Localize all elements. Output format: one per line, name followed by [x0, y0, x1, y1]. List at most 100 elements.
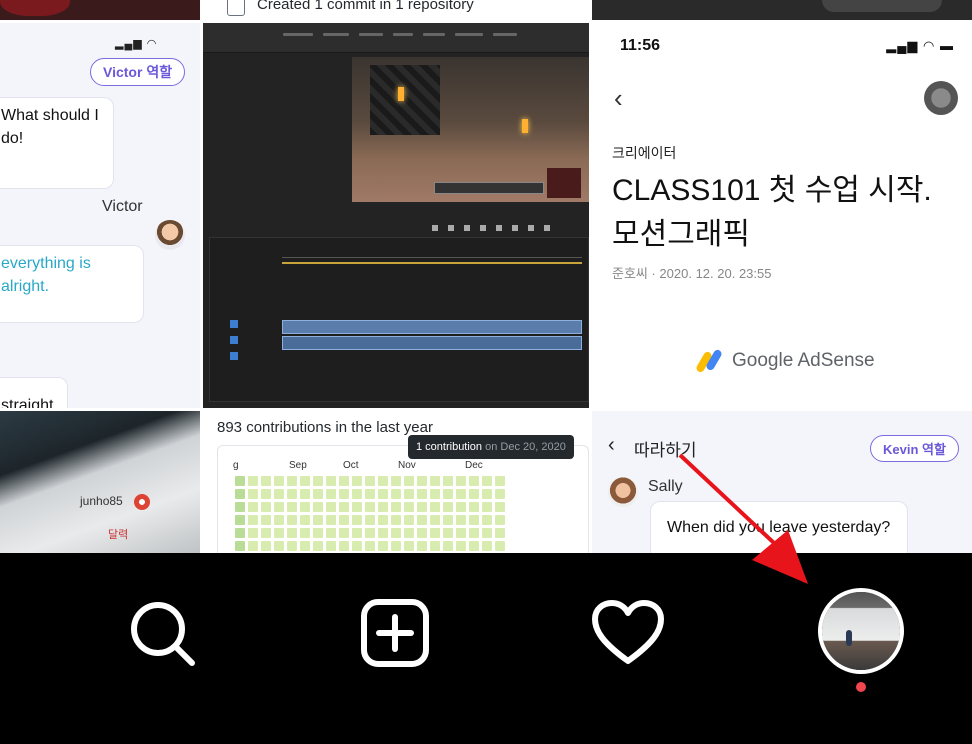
contribution-cell	[417, 476, 427, 486]
feed-tile-github-contributions[interactable]: 893 contributions in the last year g Sep…	[203, 411, 589, 553]
tab-search[interactable]	[122, 593, 202, 673]
contribution-cell	[235, 489, 245, 499]
feed-tile-chat-app[interactable]: ▂▄▆ ◠ Victor 역할 What should I do! Victor…	[0, 23, 200, 408]
contribution-cell	[404, 476, 414, 486]
contribution-cell	[326, 528, 336, 538]
contribution-cell	[378, 476, 388, 486]
contribution-cell	[352, 515, 362, 525]
contributions-headline: 893 contributions in the last year	[217, 419, 433, 436]
heart-icon	[592, 600, 664, 664]
contribution-cell	[339, 476, 349, 486]
contribution-cell	[235, 528, 245, 538]
tab-add-post[interactable]	[355, 593, 435, 673]
contribution-cell	[261, 541, 271, 551]
contribution-cell	[417, 502, 427, 512]
contribution-cell	[300, 515, 310, 525]
feed-tile-blog-article[interactable]: 11:56 ▂▄▆ ◠ ▬ ‹ 크리에이터 CLASS101 첫 수업 시작. …	[592, 23, 972, 408]
contribution-cell	[248, 541, 258, 551]
contribution-cell	[391, 528, 401, 538]
contribution-cell	[378, 541, 388, 551]
contribution-cell	[404, 489, 414, 499]
feed-tile-github-activity[interactable]: Created 1 commit in 1 repository ⇕	[203, 0, 589, 20]
contribution-cell	[469, 515, 479, 525]
contribution-cell	[495, 476, 505, 486]
contribution-cell	[313, 476, 323, 486]
contribution-cell	[313, 515, 323, 525]
contribution-cell	[404, 541, 414, 551]
contribution-cell	[391, 515, 401, 525]
contribution-cell	[326, 541, 336, 551]
feed-tile-chat-practice[interactable]: ‹ 따라하기 Kevin 역할 Sally When did you leave…	[592, 411, 972, 553]
contribution-cell	[313, 528, 323, 538]
month-label: Nov	[398, 460, 416, 471]
feed-tile-video-editor[interactable]	[203, 23, 589, 408]
contribution-cell	[391, 476, 401, 486]
contribution-cell	[417, 541, 427, 551]
contribution-cell	[274, 515, 284, 525]
role-pill: Victor 역할	[90, 58, 186, 86]
tab-profile[interactable]	[818, 588, 904, 674]
contribution-cell	[326, 515, 336, 525]
track-toggle	[230, 320, 238, 328]
contribution-cell	[417, 515, 427, 525]
timeline-ruler	[282, 250, 582, 258]
contribution-cell	[326, 502, 336, 512]
contribution-cell	[352, 528, 362, 538]
back-chevron-icon: ‹	[608, 434, 615, 456]
bottom-tab-bar	[0, 553, 972, 744]
contribution-cell	[352, 541, 362, 551]
contribution-cell	[365, 476, 375, 486]
chat-bubble: What should I do!	[0, 97, 114, 189]
contribution-tooltip: 1 contribution on Dec 20, 2020	[408, 435, 574, 459]
contribution-cell	[339, 502, 349, 512]
role-pill: Kevin 역할	[870, 435, 959, 462]
contribution-cell	[456, 502, 466, 512]
contribution-cell	[274, 489, 284, 499]
contribution-cell	[417, 489, 427, 499]
tab-activity[interactable]	[588, 593, 668, 673]
back-chevron-icon: ‹	[614, 83, 623, 113]
adsense-wordmark: Google AdSense	[732, 350, 875, 371]
contribution-cell	[274, 541, 284, 551]
contribution-cell	[313, 489, 323, 499]
contribution-cell	[235, 515, 245, 525]
contribution-cell	[365, 489, 375, 499]
contribution-cell	[248, 476, 258, 486]
feed-tile-video-thumb[interactable]	[0, 0, 200, 20]
contribution-cell	[482, 541, 492, 551]
contribution-cell	[300, 476, 310, 486]
contribution-cell	[365, 528, 375, 538]
contribution-cell	[482, 476, 492, 486]
chat-title: 따라하기	[634, 441, 697, 460]
search-icon	[131, 602, 195, 666]
contribution-cell	[339, 528, 349, 538]
feed-tile-photo[interactable]: junho85 달력	[0, 411, 200, 553]
contribution-cell	[391, 502, 401, 512]
contribution-cell	[469, 528, 479, 538]
contribution-cell	[365, 515, 375, 525]
contribution-cell	[469, 541, 479, 551]
contribution-cell	[326, 489, 336, 499]
contribution-cell	[300, 528, 310, 538]
photo-label: 달력	[108, 529, 129, 541]
tooltip-count: 1 contribution	[416, 441, 483, 453]
contribution-cell	[404, 528, 414, 538]
contribution-cell	[495, 541, 505, 551]
timeline-clip	[282, 336, 582, 350]
contribution-cell	[339, 541, 349, 551]
contribution-cell	[456, 515, 466, 525]
plus-square-icon	[361, 599, 429, 667]
track-toggle	[230, 336, 238, 344]
contribution-cell	[443, 515, 453, 525]
contribution-cell	[417, 528, 427, 538]
video-preview	[352, 57, 589, 202]
contribution-cell	[248, 528, 258, 538]
contribution-cell	[469, 502, 479, 512]
timeline-panel	[209, 237, 589, 402]
contribution-cell	[365, 541, 375, 551]
contribution-cell	[287, 476, 297, 486]
contribution-cell	[339, 515, 349, 525]
feed-tile-dark-thumb[interactable]	[592, 0, 972, 20]
contribution-cell	[235, 502, 245, 512]
thumb-shape	[0, 0, 70, 16]
